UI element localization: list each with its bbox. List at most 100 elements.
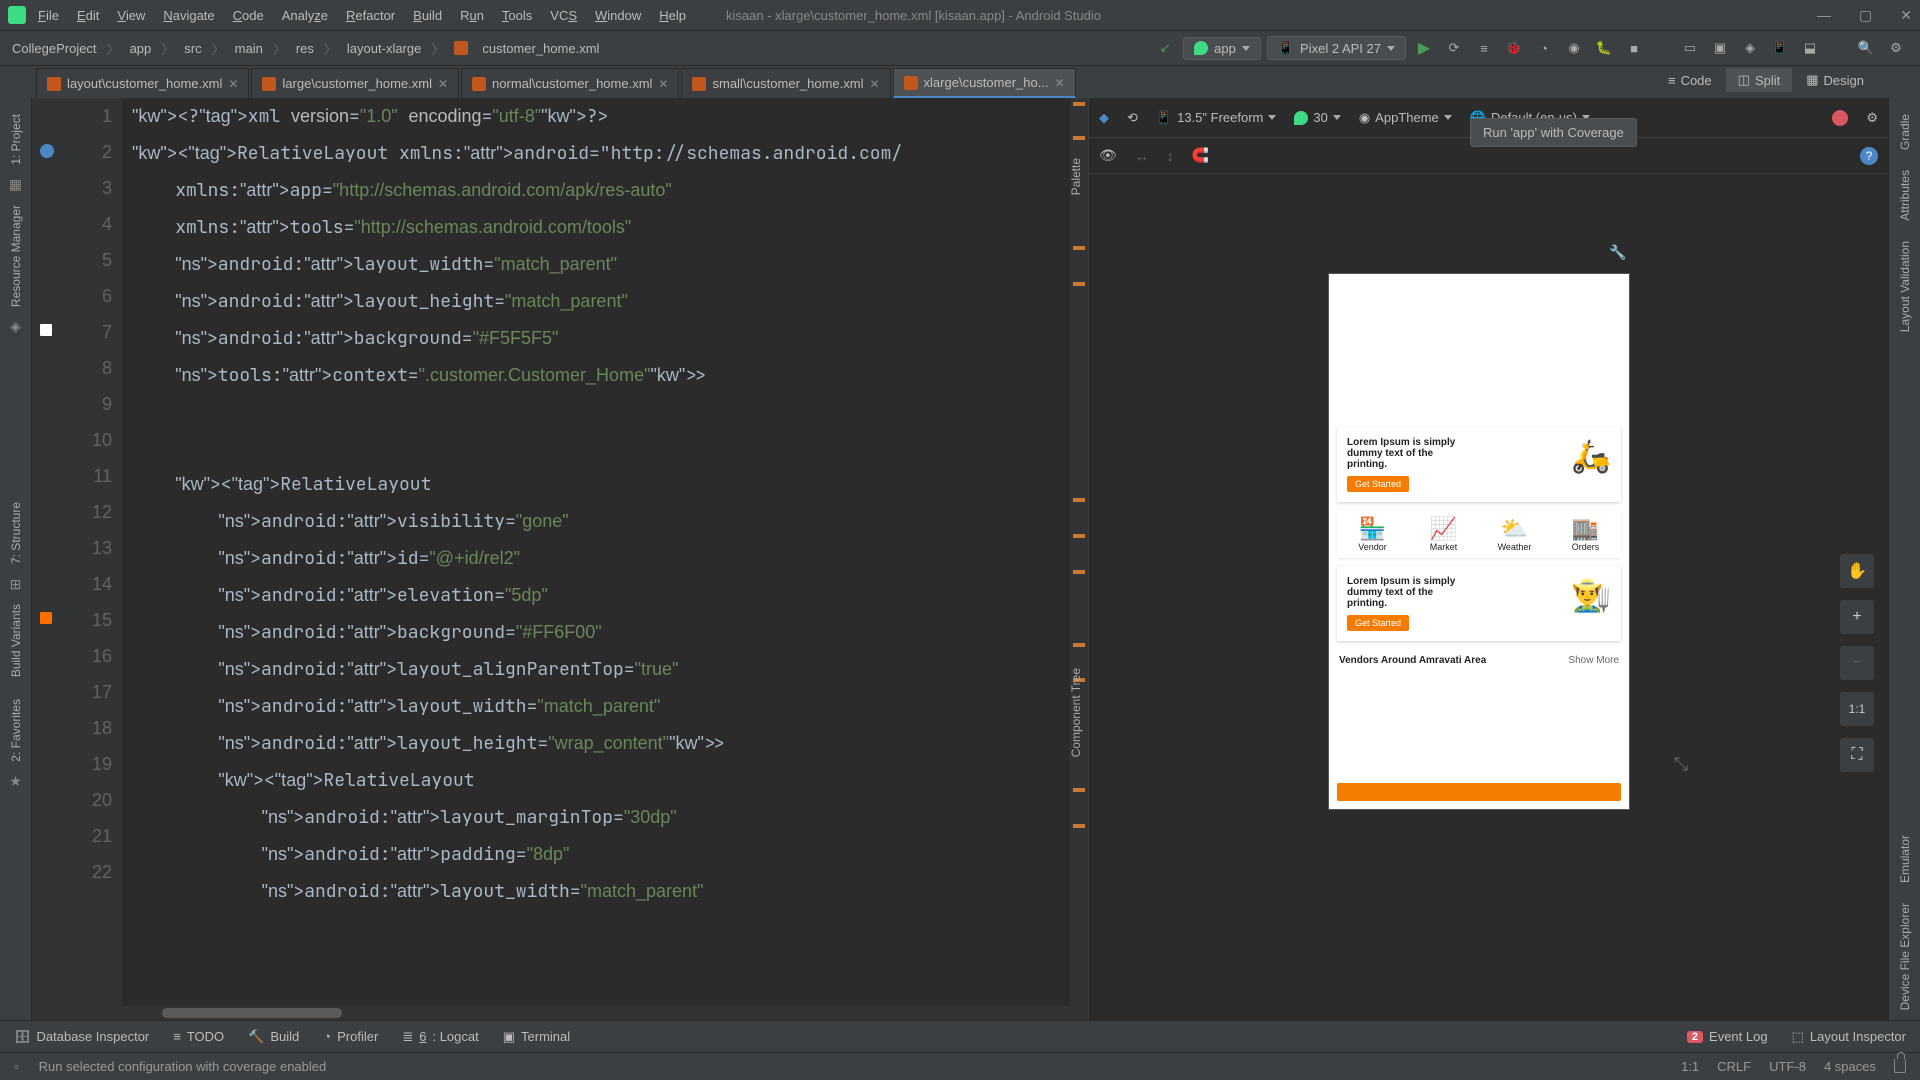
tool-attributes[interactable]: Attributes <box>1898 160 1912 231</box>
back-arrow-icon[interactable]: ↙ <box>1153 36 1177 60</box>
code-editor[interactable]: 1 2 3456 7 891011 121314 15 16171819 202… <box>32 98 1088 1020</box>
color-swatch-icon[interactable] <box>40 324 52 336</box>
menu-code[interactable]: Code <box>233 8 264 23</box>
structure-icon[interactable]: ⊞ <box>8 576 24 592</box>
palette-tab[interactable]: Palette <box>1065 148 1087 205</box>
profile-button[interactable]: ◉ <box>1562 36 1586 60</box>
apply-code-changes-button[interactable]: ≡ <box>1472 36 1496 60</box>
avd-manager-button[interactable]: ▭ <box>1678 36 1702 60</box>
breadcrumb-item[interactable]: layout-xlarge <box>347 41 421 56</box>
zoom-reset-button[interactable]: 1:1 <box>1840 692 1874 726</box>
view-split-button[interactable]: ◫Split <box>1726 68 1793 92</box>
settings-button[interactable]: ⚙ <box>1884 36 1908 60</box>
close-icon[interactable]: ✕ <box>228 77 238 91</box>
breadcrumb-item[interactable]: res <box>296 41 314 56</box>
tool-gradle[interactable]: Gradle <box>1898 104 1912 160</box>
breadcrumb-item[interactable]: main <box>235 41 263 56</box>
zoom-fit-button[interactable]: ⛶ <box>1840 738 1874 772</box>
help-icon[interactable]: ? <box>1860 147 1878 165</box>
close-icon[interactable]: ✕ <box>869 77 879 91</box>
view-code-button[interactable]: ≡Code <box>1656 68 1724 92</box>
tool-build[interactable]: 🔨Build <box>248 1029 299 1045</box>
menu-file[interactable]: File <box>38 8 59 23</box>
arrows-h-icon[interactable]: ↔ <box>1135 148 1149 164</box>
api-picker[interactable]: 30 <box>1294 110 1340 125</box>
menu-refactor[interactable]: Refactor <box>346 8 395 23</box>
theme-picker[interactable]: ◉AppTheme <box>1359 110 1452 126</box>
zoom-in-button[interactable]: + <box>1840 600 1874 634</box>
editor-tab[interactable]: layout\customer_home.xml✕ <box>36 68 249 98</box>
tool-device-file-explorer[interactable]: Device File Explorer <box>1898 893 1912 1020</box>
sdk-manager-button[interactable]: ▣ <box>1708 36 1732 60</box>
apply-changes-button[interactable]: ⟳ <box>1442 36 1466 60</box>
resource-manager-button[interactable]: ◈ <box>1738 36 1762 60</box>
design-canvas[interactable]: 🔧 Lorem Ipsum is simply dummy text of th… <box>1089 174 1888 1020</box>
breadcrumb-item[interactable]: src <box>184 41 201 56</box>
tool-layout-validation[interactable]: Layout Validation <box>1898 231 1912 342</box>
line-separator[interactable]: CRLF <box>1717 1059 1751 1074</box>
resize-grip-icon[interactable]: ⤡ <box>1674 754 1688 775</box>
magnet-icon[interactable]: 🧲 <box>1192 147 1209 164</box>
maximize-button[interactable]: ▢ <box>1859 7 1872 24</box>
star-icon[interactable]: ★ <box>8 774 24 790</box>
tool-emulator[interactable]: Emulator <box>1898 825 1912 893</box>
breadcrumb-item[interactable]: CollegeProject <box>12 41 97 56</box>
coverage-button[interactable]: ◔ <box>1532 36 1556 60</box>
stop-button[interactable]: ■ <box>1622 36 1646 60</box>
tool-structure[interactable]: 7: Structure <box>9 492 23 574</box>
close-icon[interactable]: ✕ <box>658 77 668 91</box>
editor-tab[interactable]: large\customer_home.xml✕ <box>251 68 459 98</box>
menu-analyze[interactable]: Analyze <box>282 8 328 23</box>
editor-tab-active[interactable]: xlarge\customer_ho...✕ <box>893 68 1076 98</box>
menu-tools[interactable]: Tools <box>502 8 532 23</box>
file-encoding[interactable]: UTF-8 <box>1769 1059 1806 1074</box>
gutter-marker-icon[interactable] <box>40 144 54 158</box>
run-button[interactable]: ▶ <box>1412 36 1436 60</box>
breadcrumb-item[interactable]: app <box>130 41 152 56</box>
code-area[interactable]: "kw"><?"tag">xml version="1.0" encoding=… <box>122 98 1070 1020</box>
pan-button[interactable]: ✋ <box>1840 554 1874 588</box>
warnings-indicator[interactable] <box>1832 110 1848 126</box>
menu-build[interactable]: Build <box>413 8 442 23</box>
device-picker[interactable]: 📱13.5" Freeform <box>1156 110 1276 126</box>
device-preview[interactable]: Lorem Ipsum is simply dummy text of the … <box>1329 274 1629 809</box>
device-manager-button[interactable]: 📱 <box>1768 36 1792 60</box>
folder-icon[interactable]: ▦ <box>8 177 24 193</box>
arrows-v-icon[interactable]: ↕ <box>1167 148 1174 164</box>
error-stripe[interactable] <box>1070 98 1088 1020</box>
event-log-button[interactable]: 2Event Log <box>1687 1029 1768 1044</box>
menu-view[interactable]: View <box>117 8 145 23</box>
breadcrumb-item[interactable]: customer_home.xml <box>482 41 599 56</box>
device-selector[interactable]: 📱 Pixel 2 API 27 <box>1267 36 1406 60</box>
menu-edit[interactable]: Edit <box>77 8 99 23</box>
search-button[interactable]: 🔍 <box>1854 36 1878 60</box>
layout-inspector-button[interactable]: ⬚Layout Inspector <box>1792 1029 1906 1045</box>
close-icon[interactable]: ✕ <box>1055 76 1065 90</box>
tool-build-variants[interactable]: Build Variants <box>9 594 23 687</box>
orientation-icon[interactable]: ⟲ <box>1127 110 1138 126</box>
tool-favorites[interactable]: 2: Favorites <box>9 689 23 772</box>
surface-icon[interactable]: ◆ <box>1099 110 1109 126</box>
zoom-out-button[interactable]: − <box>1840 646 1874 680</box>
indent-setting[interactable]: 4 spaces <box>1824 1059 1876 1074</box>
view-design-button[interactable]: ▦Design <box>1794 68 1876 92</box>
editor-tab[interactable]: small\customer_home.xml✕ <box>681 68 890 98</box>
tool-database-inspector[interactable]: 🗄Database Inspector <box>14 1029 149 1045</box>
layers-icon[interactable]: ◈ <box>8 319 24 335</box>
tool-resource-manager[interactable]: Resource Manager <box>9 195 23 317</box>
tool-terminal[interactable]: ▣Terminal <box>503 1029 570 1045</box>
attach-debugger-button[interactable]: 🐛 <box>1592 36 1616 60</box>
menu-help[interactable]: Help <box>659 8 686 23</box>
close-icon[interactable]: ✕ <box>438 77 448 91</box>
tool-project[interactable]: 1: Project <box>9 104 23 175</box>
editor-tab[interactable]: normal\customer_home.xml✕ <box>461 68 679 98</box>
color-swatch-icon[interactable] <box>40 612 52 624</box>
eye-icon[interactable]: 👁 <box>1099 147 1117 164</box>
menu-run[interactable]: Run <box>460 8 484 23</box>
caret-position[interactable]: 1:1 <box>1681 1059 1699 1074</box>
run-config-selector[interactable]: app <box>1183 37 1261 60</box>
readonly-lock-icon[interactable] <box>1894 1059 1906 1073</box>
minimize-button[interactable]: — <box>1817 7 1831 24</box>
component-tree-tab[interactable]: Component Tree <box>1065 658 1087 767</box>
menu-navigate[interactable]: Navigate <box>163 8 214 23</box>
